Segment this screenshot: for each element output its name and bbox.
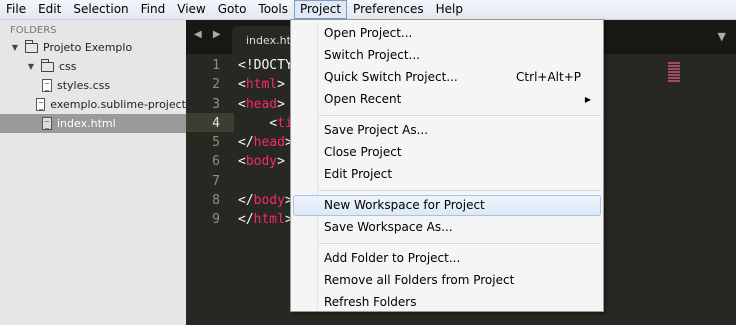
menu-view[interactable]: View xyxy=(171,0,211,19)
minimap[interactable] xyxy=(668,62,680,84)
line-number: 7 xyxy=(212,173,220,189)
sidebar-item-label: exemplo.sublime-project xyxy=(50,98,186,111)
file-icon xyxy=(42,79,52,92)
sidebar-item-label: Projeto Exemplo xyxy=(43,41,133,54)
menu-item-label: Close Project xyxy=(324,145,402,159)
code-tag-name: head xyxy=(245,96,278,112)
code-punct: > xyxy=(277,96,285,112)
file-icon xyxy=(36,98,46,111)
menu-item-label: Quick Switch Project... xyxy=(324,70,458,84)
tab-nav-arrows-icon[interactable]: ◀ ▶ xyxy=(194,29,225,40)
sidebar-item-index-html[interactable]: index.html xyxy=(0,114,186,133)
code-punct: < xyxy=(238,96,246,112)
menu-item-shortcut: Ctrl+Alt+P xyxy=(516,70,581,84)
sidebar-title: FOLDERS xyxy=(10,25,57,36)
menu-item-close-project[interactable]: Close Project xyxy=(293,142,601,163)
line-number: 1 xyxy=(212,58,220,73)
menu-item-label: Save Project As... xyxy=(324,123,429,137)
menu-item-label: Open Recent xyxy=(324,92,402,106)
menu-tools[interactable]: Tools xyxy=(252,0,294,19)
line-number: 3 xyxy=(212,96,220,112)
menu-file[interactable]: File xyxy=(0,0,32,19)
menu-separator xyxy=(319,115,601,116)
expand-arrow-icon[interactable]: ▼ xyxy=(26,62,36,71)
sidebar-item-label: css xyxy=(59,60,77,73)
code-punct: < xyxy=(238,115,278,131)
menu-item-remove-all-folders-from-project[interactable]: Remove all Folders from Project xyxy=(293,270,601,291)
menu-item-refresh-folders[interactable]: Refresh Folders xyxy=(293,292,601,313)
tab-overflow-icon[interactable]: ▼ xyxy=(718,30,726,43)
submenu-arrow-icon: ▶ xyxy=(584,95,591,104)
code-punct: </ xyxy=(238,135,254,151)
code-tag-name: head xyxy=(253,135,285,151)
menu-item-save-project-as[interactable]: Save Project As... xyxy=(293,120,601,141)
menu-edit[interactable]: Edit xyxy=(32,0,67,19)
folder-open-icon xyxy=(41,58,54,72)
code-tag-name: html xyxy=(253,212,285,228)
menu-project[interactable]: Project xyxy=(293,0,348,19)
file-icon xyxy=(42,117,52,130)
sidebar: FOLDERS ▼ Projeto Exemplo ▼ css styles.css ex… xyxy=(0,20,186,325)
expand-arrow-icon[interactable]: ▼ xyxy=(10,43,20,52)
line-number: 6 xyxy=(212,154,220,170)
menu-item-label: Switch Project... xyxy=(324,48,420,62)
menu-item-label: Save Workspace As... xyxy=(324,220,453,234)
sidebar-item-label: index.html xyxy=(57,117,116,130)
menu-item-quick-switch-project[interactable]: Quick Switch Project... Ctrl+Alt+P xyxy=(293,67,601,88)
line-gutter: 1 2 3 4 5 6 7 8 9 xyxy=(186,56,232,230)
menu-item-add-folder-to-project[interactable]: Add Folder to Project... xyxy=(293,248,601,269)
code-punct: </ xyxy=(238,193,254,209)
project-menu-dropdown: Open Project... Switch Project... Quick Sw… xyxy=(290,19,604,312)
menu-item-label: Open Project... xyxy=(324,26,413,40)
menu-selection[interactable]: Selection xyxy=(67,0,134,19)
code-punct: < xyxy=(238,154,246,170)
code-tag-name: html xyxy=(245,77,278,93)
menu-item-edit-project[interactable]: Edit Project xyxy=(293,164,601,185)
code-tag-name: body xyxy=(253,193,285,209)
sidebar-item-projeto-exemplo[interactable]: ▼ Projeto Exemplo xyxy=(0,38,186,57)
menu-item-label: New Workspace for Project xyxy=(324,198,485,212)
line-number: 8 xyxy=(212,193,220,209)
menu-item-label: Edit Project xyxy=(324,167,393,181)
menu-item-new-workspace-for-project[interactable]: New Workspace for Project xyxy=(293,195,601,216)
code-punct: </ xyxy=(238,212,254,228)
menu-separator xyxy=(319,190,601,191)
sidebar-item-styles-css[interactable]: styles.css xyxy=(0,76,186,95)
sidebar-item-label: styles.css xyxy=(57,79,111,92)
menu-preferences[interactable]: Preferences xyxy=(347,0,430,19)
menu-separator xyxy=(319,243,601,244)
menu-item-label: Add Folder to Project... xyxy=(324,251,461,265)
sidebar-item-css[interactable]: ▼ css xyxy=(0,57,186,76)
line-number: 5 xyxy=(212,135,220,151)
code-punct: < xyxy=(238,77,246,93)
line-number: 2 xyxy=(212,77,220,93)
menu-item-save-workspace-as[interactable]: Save Workspace As... xyxy=(293,217,601,238)
code-punct: > xyxy=(277,154,285,170)
menu-goto[interactable]: Goto xyxy=(212,0,253,19)
menu-item-open-project[interactable]: Open Project... xyxy=(293,23,601,44)
menu-find[interactable]: Find xyxy=(135,0,172,19)
menu-item-label: Refresh Folders xyxy=(324,295,417,309)
folder-open-icon xyxy=(25,39,38,53)
code-punct: > xyxy=(277,77,285,93)
menu-item-switch-project[interactable]: Switch Project... xyxy=(293,45,601,66)
line-number: 4 xyxy=(212,115,220,131)
sidebar-item-exemplo-sublime-project[interactable]: exemplo.sublime-project xyxy=(0,95,186,114)
menu-item-label: Remove all Folders from Project xyxy=(324,273,515,287)
menu-item-open-recent[interactable]: Open Recent ▶ xyxy=(293,89,601,110)
menu-help[interactable]: Help xyxy=(430,0,469,19)
line-number: 9 xyxy=(212,212,220,228)
menu-bar: File Edit Selection Find View Goto Tools Projec… xyxy=(0,0,736,20)
code-tag-name: body xyxy=(245,154,278,170)
